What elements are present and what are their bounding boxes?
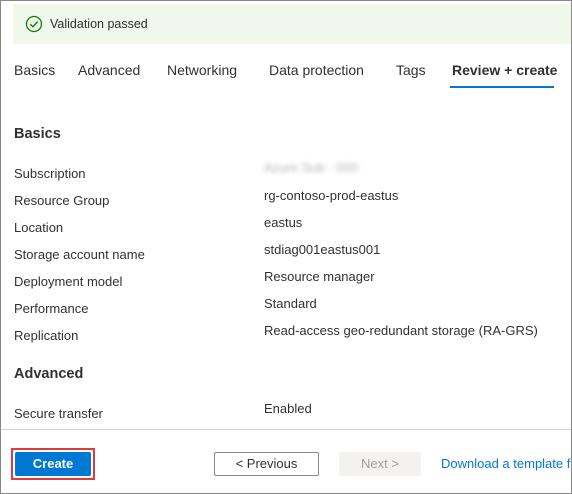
- value-subscription: Azure Sub - 000: [264, 160, 358, 175]
- section-title-basics: Basics: [14, 126, 61, 142]
- tab-data-protection[interactable]: Data protection: [269, 62, 364, 78]
- label-storage-account-name: Storage account name: [14, 247, 145, 262]
- value-performance: Standard: [264, 296, 317, 311]
- download-template-link[interactable]: Download a template for automation: [441, 456, 571, 471]
- create-button[interactable]: Create: [15, 452, 91, 476]
- value-storage-account-name: stdiag001eastus001: [264, 242, 381, 257]
- tab-bar: Basics Advanced Networking Data protecti…: [1, 53, 571, 91]
- value-secure-transfer: Enabled: [264, 401, 312, 416]
- tab-basics[interactable]: Basics: [14, 62, 55, 78]
- validation-message: Validation passed: [50, 17, 148, 31]
- label-subscription: Subscription: [14, 166, 86, 181]
- label-performance: Performance: [14, 301, 89, 316]
- tab-tags[interactable]: Tags: [396, 62, 426, 78]
- label-replication: Replication: [14, 328, 79, 343]
- tab-networking[interactable]: Networking: [167, 62, 237, 78]
- value-location: eastus: [264, 215, 303, 230]
- value-deployment-model: Resource manager: [264, 269, 375, 284]
- label-deployment-model: Deployment model: [14, 274, 123, 289]
- validation-banner: Validation passed: [13, 4, 571, 44]
- review-create-panel: Validation passed Basics Advanced Networ…: [0, 0, 572, 494]
- label-location: Location: [14, 220, 64, 235]
- value-replication: Read-access geo-redundant storage (RA-GR…: [264, 323, 538, 338]
- section-title-advanced: Advanced: [14, 366, 84, 382]
- previous-button[interactable]: < Previous: [214, 452, 319, 476]
- tab-advanced[interactable]: Advanced: [78, 62, 140, 78]
- value-resource-group: rg-contoso-prod-eastus: [264, 188, 399, 203]
- tab-review-create[interactable]: Review + create: [452, 62, 557, 78]
- label-secure-transfer: Secure transfer: [14, 406, 103, 421]
- active-tab-indicator: [450, 86, 554, 88]
- footer-divider: [1, 429, 571, 430]
- label-resource-group: Resource Group: [14, 193, 110, 208]
- check-circle-icon: [25, 15, 43, 33]
- next-button: Next >: [339, 452, 421, 476]
